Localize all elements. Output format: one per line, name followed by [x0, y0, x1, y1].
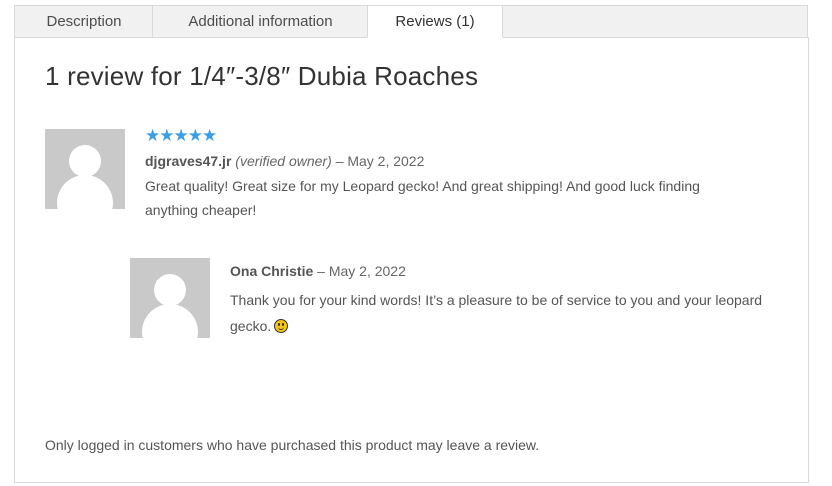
tab-additional-information[interactable]: Additional information	[152, 5, 368, 38]
review-date: – May 2, 2022	[335, 153, 425, 169]
tab-reviews[interactable]: Reviews (1)	[367, 5, 503, 38]
review-meta: djgraves47.jr (verified owner) – May 2, …	[145, 153, 424, 169]
reply-text-container: Thank you for your kind words! It’s a pl…	[230, 287, 770, 339]
avatar-head-shape	[154, 274, 186, 306]
review-author: djgraves47.jr	[145, 153, 232, 169]
avatar-body-shape	[57, 175, 113, 209]
tab-reviews-label: Reviews (1)	[395, 13, 475, 30]
reviewer-avatar	[45, 129, 125, 209]
tab-description-label: Description	[46, 13, 122, 30]
reviews-panel: 1 review for 1/4″-3/8″ Dubia Roaches ★★★…	[14, 37, 809, 483]
avatar-head-shape	[69, 145, 101, 177]
tab-additional-information-label: Additional information	[188, 13, 333, 30]
tab-description[interactable]: Description	[14, 5, 153, 38]
review-text: Great quality! Great size for my Leopard…	[145, 178, 700, 218]
tab-bar-filler	[502, 5, 808, 38]
smiley-emoji-icon	[274, 319, 289, 333]
reply-author: Ona Christie	[230, 263, 314, 279]
reply-text: Thank you for your kind words! It’s a pl…	[230, 292, 763, 334]
product-tabs: Description Additional information Revie…	[14, 5, 808, 38]
reply-meta: Ona Christie – May 2, 2022	[230, 263, 406, 279]
verified-owner-badge: (verified owner)	[235, 153, 332, 169]
reviews-title: 1 review for 1/4″-3/8″ Dubia Roaches	[45, 61, 479, 91]
review-login-notice: Only logged in customers who have purcha…	[45, 437, 540, 453]
replier-avatar	[130, 258, 210, 338]
avatar-body-shape	[142, 304, 198, 338]
star-rating: ★★★★★	[145, 126, 217, 145]
reply-date: – May 2, 2022	[317, 263, 406, 279]
